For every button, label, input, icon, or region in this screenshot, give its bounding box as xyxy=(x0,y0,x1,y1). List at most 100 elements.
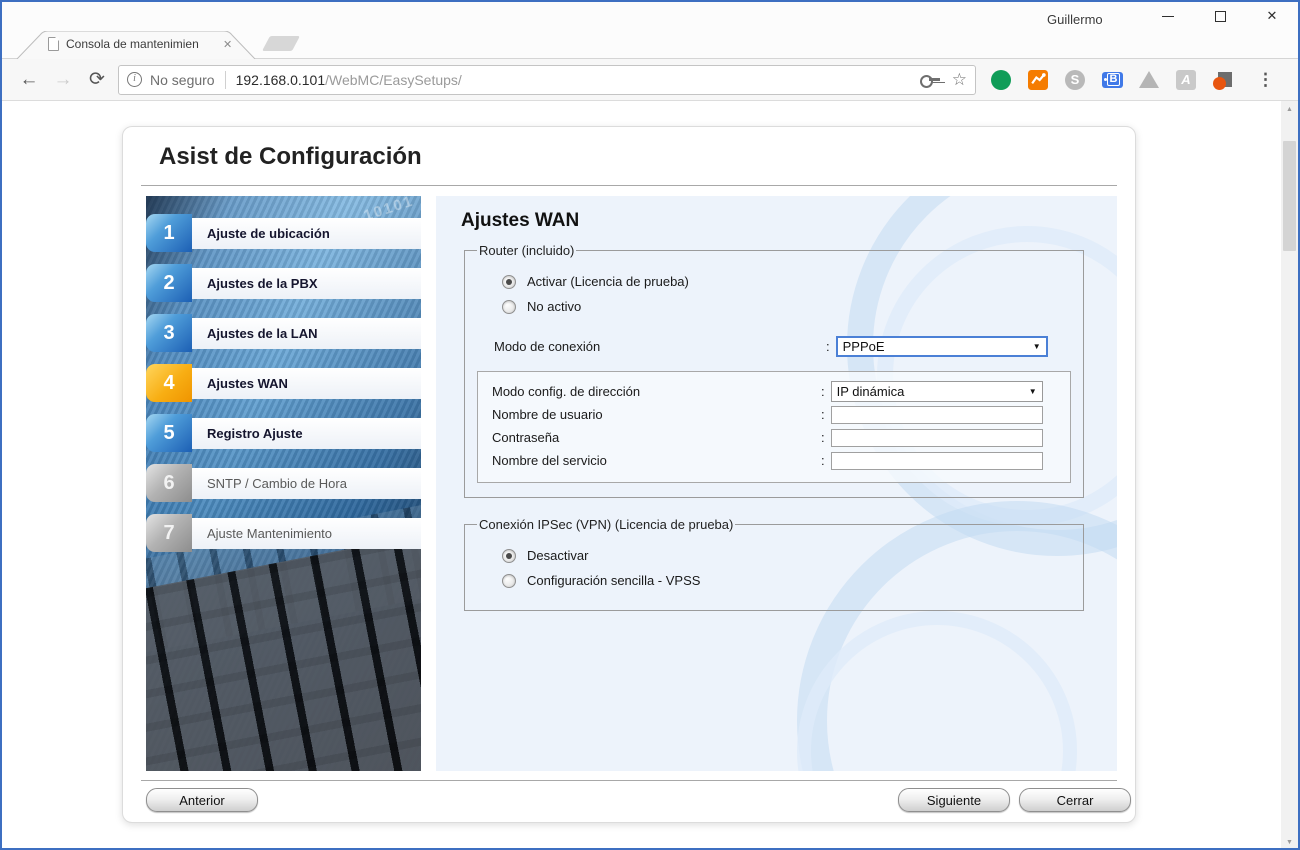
web-page: ▲ ▼ Asist de Configuración 10101 1 Ajust… xyxy=(2,101,1298,848)
address-mode-select[interactable]: IP dinámica ▼ xyxy=(830,381,1043,402)
wizard-sidebar: 10101 1 Ajuste de ubicación 2 Ajustes de… xyxy=(146,196,421,771)
radio-configuracion-sencilla[interactable]: Configuración sencilla - VPSS xyxy=(502,573,1071,588)
password-key-icon[interactable] xyxy=(919,74,940,88)
step-label: SNTP / Cambio de Hora xyxy=(192,467,421,499)
reload-button[interactable]: ⟳ xyxy=(80,65,114,95)
step-sntp-cambio-de-hora[interactable]: 6 SNTP / Cambio de Hora xyxy=(146,464,421,502)
service-name-field[interactable] xyxy=(830,451,1043,470)
address-mode-row: Modo config. de dirección : IP dinámica … xyxy=(492,380,1058,403)
maximize-button[interactable] xyxy=(1194,2,1246,30)
extensions-area: S B A ⋮ xyxy=(984,69,1288,91)
url-host: 192.168.0.101 xyxy=(235,71,326,88)
tab-title: Consola de mantenimien xyxy=(66,37,199,51)
radio-button[interactable] xyxy=(502,548,516,563)
analytics-extension-icon[interactable] xyxy=(1027,69,1049,91)
connection-mode-select[interactable]: PPPoE ▼ xyxy=(835,336,1048,357)
drive-extension-icon[interactable] xyxy=(1138,69,1160,91)
pppoe-settings-box: Modo config. de dirección : IP dinámica … xyxy=(477,371,1071,483)
selected-value: IP dinámica xyxy=(836,384,905,399)
tab-close-icon[interactable]: ✕ xyxy=(223,38,232,51)
vpn-group: Conexión IPSec (VPN) (Licencia de prueba… xyxy=(464,517,1084,611)
step-label: Ajustes de la LAN xyxy=(192,317,421,349)
radio-desactivar[interactable]: Desactivar xyxy=(502,548,1071,563)
browser-menu-icon[interactable]: ⋮ xyxy=(1249,70,1282,90)
security-label: No seguro xyxy=(150,71,215,88)
password-row: Contraseña : xyxy=(492,426,1058,449)
field-label: Contraseña xyxy=(492,430,560,445)
step-ajustes-de-la-pbx[interactable]: 2 Ajustes de la PBX xyxy=(146,264,421,302)
tab-strip: Consola de mantenimien ✕ xyxy=(2,31,1298,59)
forward-button[interactable]: → xyxy=(46,65,80,95)
field-label: Nombre del servicio xyxy=(492,453,607,468)
radio-button[interactable] xyxy=(502,274,516,289)
username-row: Nombre de usuario : xyxy=(492,403,1058,426)
omnibox-divider xyxy=(224,70,226,89)
radio-no-activo[interactable]: No activo xyxy=(502,299,1071,314)
url-path: /WebMC/EasySetups/ xyxy=(325,71,462,88)
acrobat-extension-icon[interactable]: A xyxy=(1175,69,1197,91)
step-number: 2 xyxy=(146,264,192,302)
step-number: 6 xyxy=(146,464,192,502)
router-group-legend: Router (incluido) xyxy=(479,243,575,258)
window-controls: ✕ xyxy=(1142,2,1298,30)
wan-settings-panel: Ajustes WAN Router (incluido) Activar (L… xyxy=(436,196,1117,771)
url-text[interactable]: 192.168.0.101/WebMC/EasySetups/ xyxy=(236,72,462,88)
page-scrollbar[interactable]: ▲ ▼ xyxy=(1281,101,1298,848)
radio-button[interactable] xyxy=(502,573,516,588)
step-label: Ajustes de la PBX xyxy=(192,267,421,299)
skype-extension-icon[interactable]: S xyxy=(1064,69,1086,91)
radio-label: Configuración sencilla - VPSS xyxy=(527,573,701,588)
scrollbar-thumb[interactable] xyxy=(1283,141,1296,251)
step-ajuste-mantenimiento[interactable]: 7 Ajuste Mantenimiento xyxy=(146,514,421,552)
new-tab-button[interactable] xyxy=(262,36,300,51)
scroll-down-icon[interactable]: ▼ xyxy=(1281,834,1298,848)
hangouts-extension-icon[interactable] xyxy=(990,69,1012,91)
minimize-button[interactable] xyxy=(1142,2,1194,30)
close-button[interactable]: ✕ xyxy=(1246,2,1298,30)
step-ajustes-wan[interactable]: 4 Ajustes WAN xyxy=(146,364,421,402)
step-number: 4 xyxy=(146,364,192,402)
wizard-steps: 1 Ajuste de ubicación 2 Ajustes de la PB… xyxy=(146,214,421,564)
address-bar[interactable]: i No seguro 192.168.0.101/WebMC/EasySetu… xyxy=(118,64,976,95)
vpn-group-legend: Conexión IPSec (VPN) (Licencia de prueba… xyxy=(479,517,734,532)
step-label: Ajuste Mantenimiento xyxy=(192,517,421,549)
username-field[interactable] xyxy=(830,405,1043,424)
radio-label: No activo xyxy=(527,299,582,314)
tag-extension-icon[interactable]: B xyxy=(1101,69,1123,91)
info-icon[interactable]: i xyxy=(127,72,142,87)
step-label: Ajuste de ubicación xyxy=(192,217,421,249)
scroll-up-icon[interactable]: ▲ xyxy=(1281,101,1298,118)
step-ajustes-de-la-lan[interactable]: 3 Ajustes de la LAN xyxy=(146,314,421,352)
footer-divider xyxy=(141,780,1117,781)
password-field[interactable] xyxy=(830,428,1043,447)
radio-activar[interactable]: Activar (Licencia de prueba) xyxy=(502,274,1071,289)
siguiente-button[interactable]: Siguiente xyxy=(898,788,1010,812)
step-label: Registro Ajuste xyxy=(192,417,421,449)
office-extension-icon[interactable] xyxy=(1212,69,1234,91)
field-label: Modo de conexión xyxy=(494,339,601,354)
anterior-button[interactable]: Anterior xyxy=(146,788,258,812)
title-divider xyxy=(141,185,1117,186)
title-bar: Guillermo ✕ xyxy=(2,2,1298,32)
step-number: 5 xyxy=(146,414,192,452)
cerrar-button[interactable]: Cerrar xyxy=(1019,788,1131,812)
radio-label: Activar (Licencia de prueba) xyxy=(527,274,689,289)
wizard-card: Asist de Configuración 10101 1 Ajuste de… xyxy=(122,126,1136,823)
browser-tab[interactable]: Consola de mantenimien ✕ xyxy=(16,31,256,59)
radio-label: Desactivar xyxy=(527,548,589,563)
step-ajuste-de-ubicacion[interactable]: 1 Ajuste de ubicación xyxy=(146,214,421,252)
wizard-footer: Anterior Siguiente Cerrar xyxy=(146,788,1132,812)
step-number: 3 xyxy=(146,314,192,352)
bookmark-star-icon[interactable]: ☆ xyxy=(952,70,967,90)
router-group: Router (incluido) Activar (Licencia de p… xyxy=(464,243,1084,498)
browser-window: Guillermo ✕ Consola de mantenimien ✕ ← →… xyxy=(0,0,1300,850)
back-button[interactable]: ← xyxy=(12,65,46,95)
browser-toolbar: ← → ⟳ i No seguro 192.168.0.101/WebMC/Ea… xyxy=(2,59,1298,101)
step-number: 1 xyxy=(146,214,192,252)
step-label: Ajustes WAN xyxy=(192,367,421,399)
profile-name[interactable]: Guillermo xyxy=(1047,12,1103,27)
step-registro-ajuste[interactable]: 5 Registro Ajuste xyxy=(146,414,421,452)
connection-mode-row: Modo de conexión : PPPoE ▼ xyxy=(477,336,1071,357)
radio-button[interactable] xyxy=(502,299,516,314)
step-number: 7 xyxy=(146,514,192,552)
